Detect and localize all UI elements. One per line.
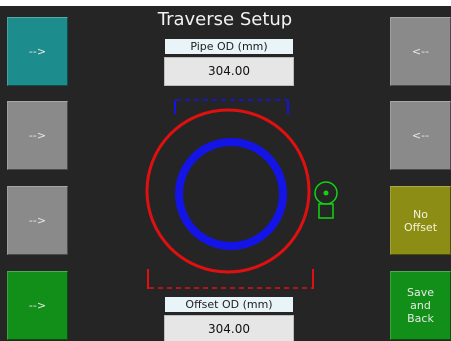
pipe-od-circle [175,138,287,250]
offset-od-field[interactable]: 304.00 [164,315,294,341]
sensor-icon [314,181,338,219]
pipe-cross-section-diagram [145,99,338,289]
traverse-setup-screen: --> --> --> --> <-- <-- No Offset Save a… [0,6,451,341]
pipe-dimension-marker [174,99,289,114]
offset-od-label: Offset OD (mm) [165,297,293,312]
